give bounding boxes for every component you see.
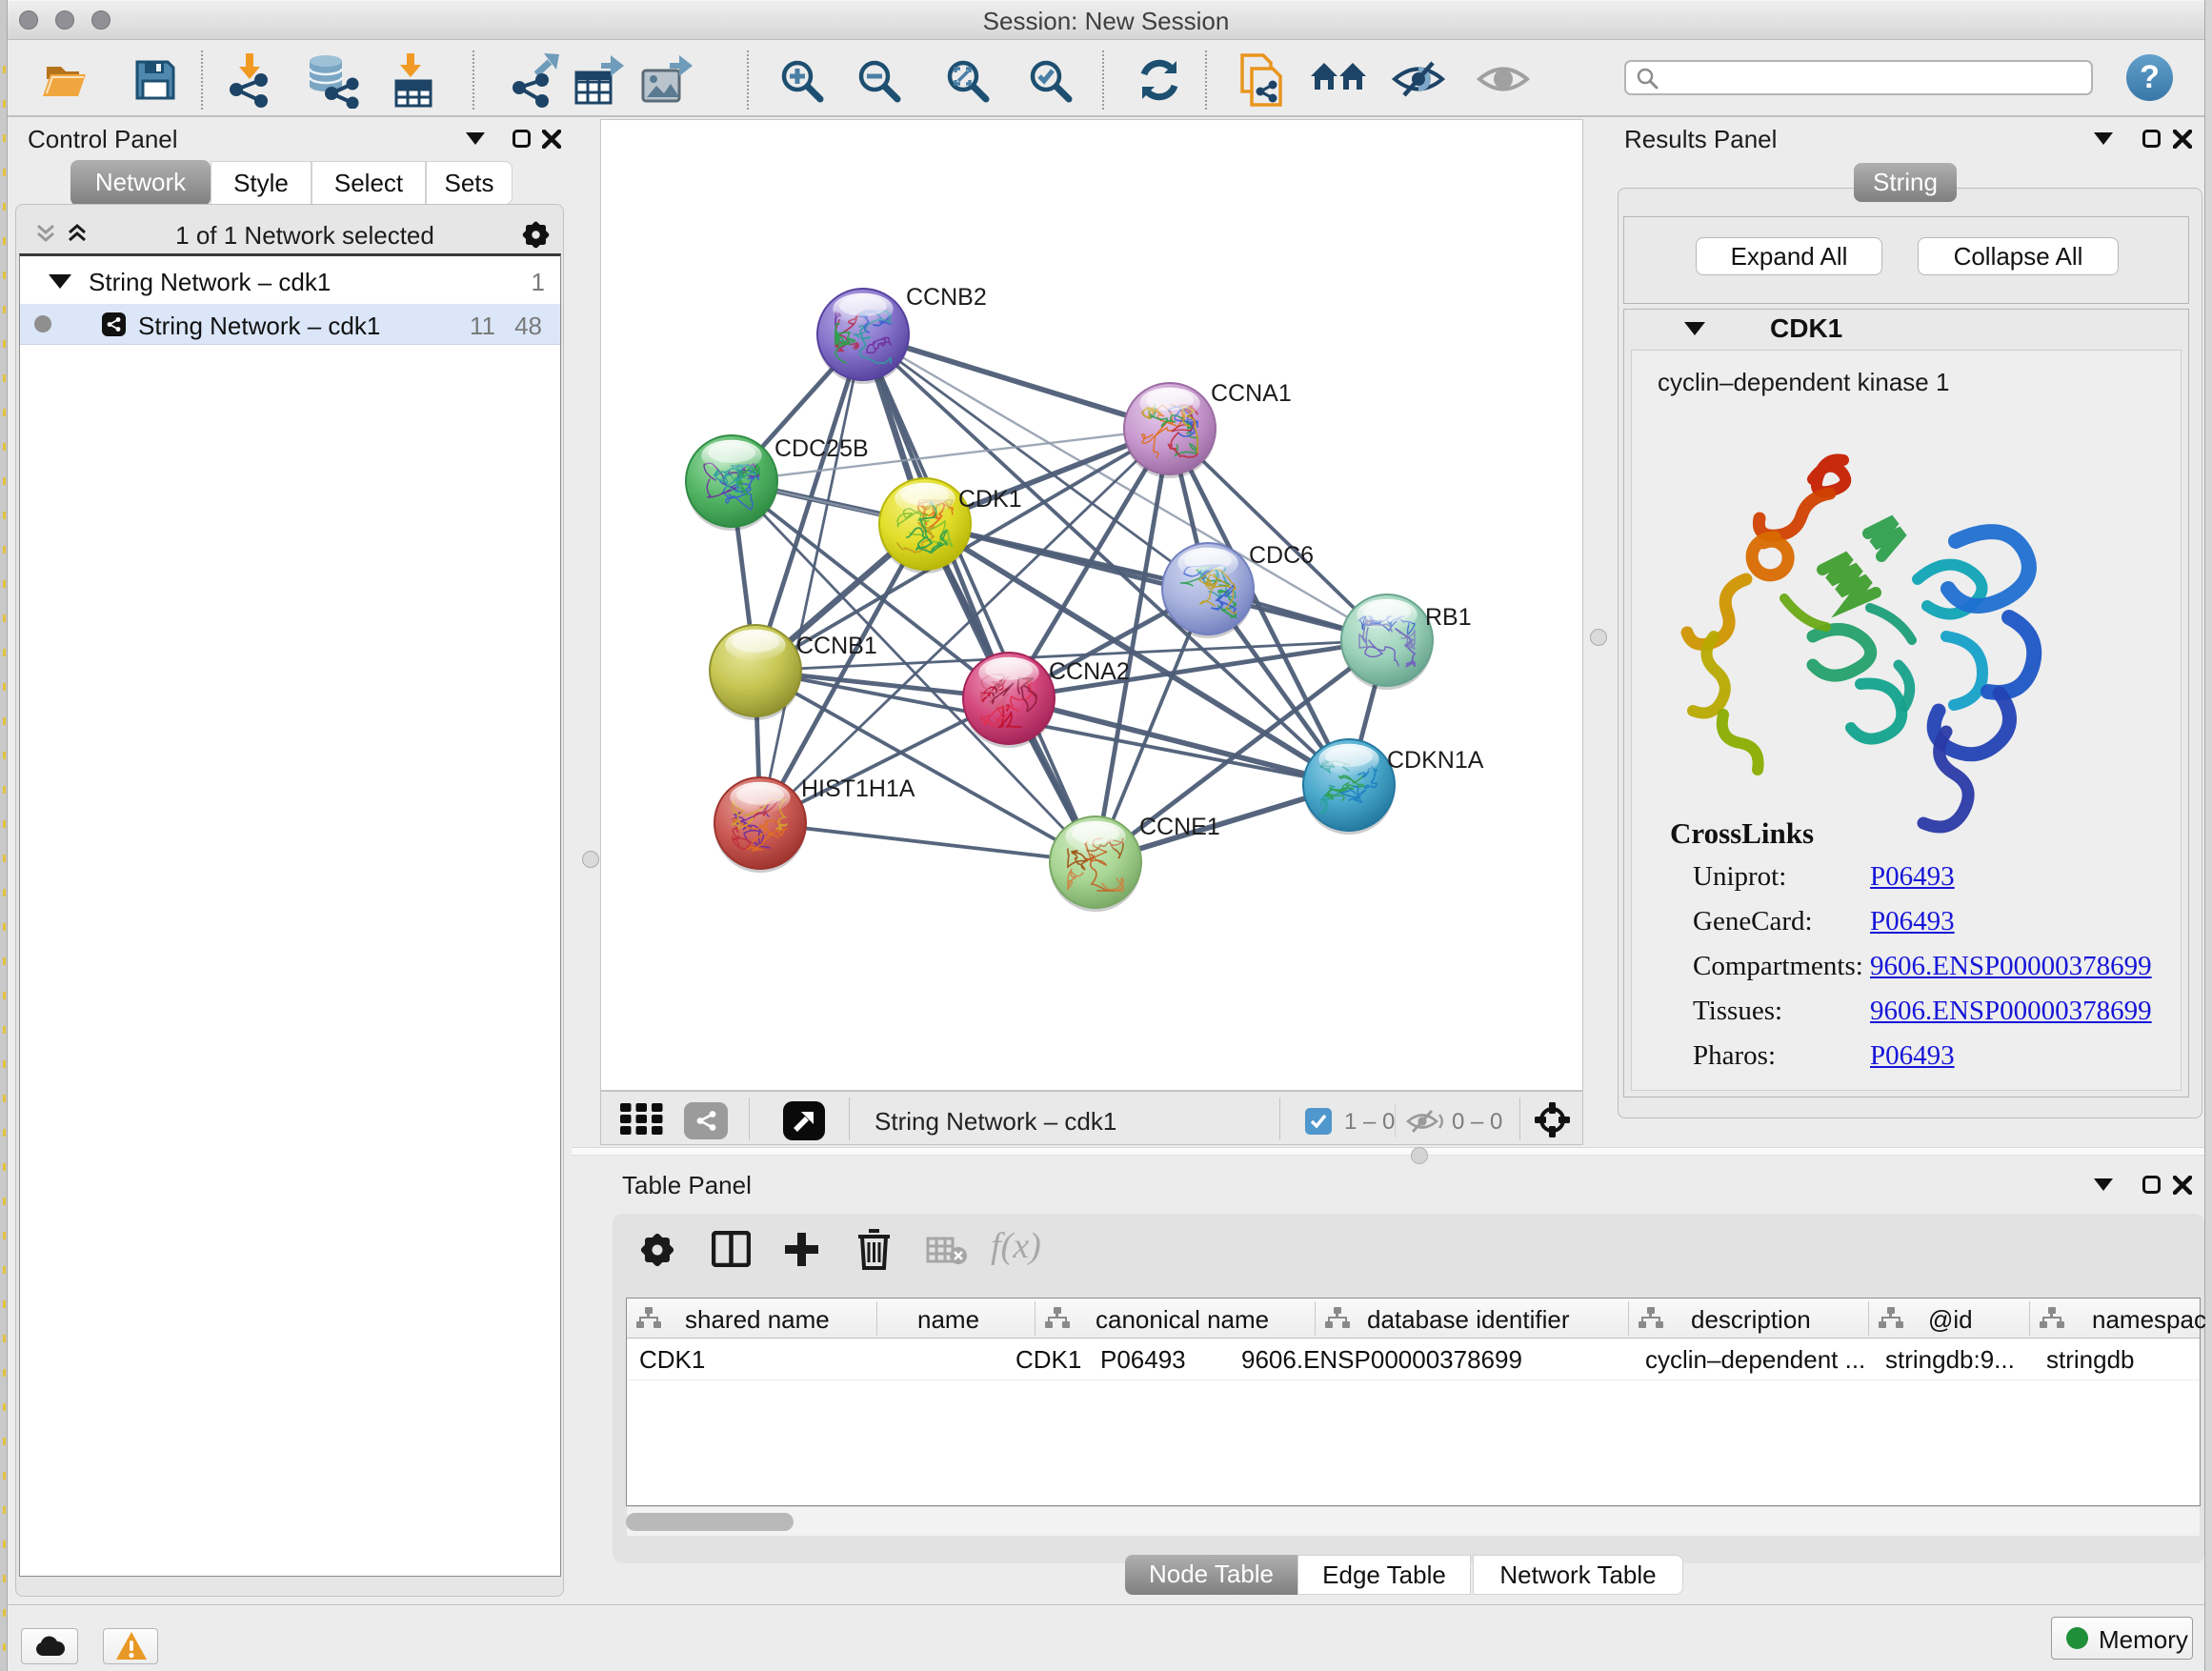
svg-text:HIST1H1A: HIST1H1A [801, 775, 915, 802]
svg-text:RB1: RB1 [1425, 604, 1472, 631]
svg-text:CDKN1A: CDKN1A [1387, 747, 1484, 774]
svg-text:CCNE1: CCNE1 [1139, 814, 1220, 840]
svg-text:CDK1: CDK1 [958, 486, 1022, 513]
svg-text:CCNA2: CCNA2 [1049, 658, 1130, 685]
svg-text:CCNA1: CCNA1 [1211, 380, 1292, 407]
svg-text:CCNB1: CCNB1 [796, 633, 877, 659]
svg-text:CDC6: CDC6 [1249, 542, 1314, 569]
svg-text:CDC25B: CDC25B [774, 435, 869, 462]
svg-text:CCNB2: CCNB2 [906, 284, 987, 311]
